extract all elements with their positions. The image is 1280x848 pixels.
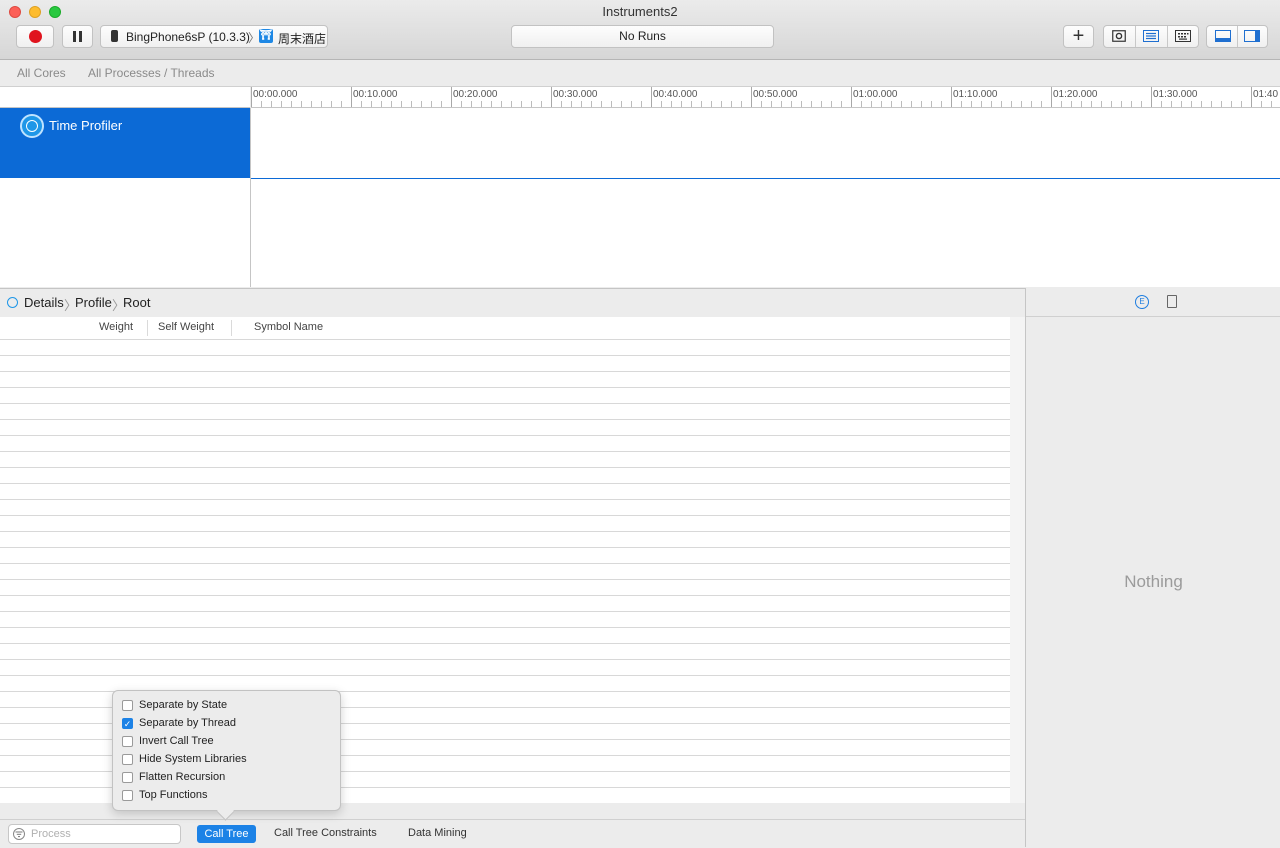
track-list: Time Profiler — [0, 108, 251, 287]
keyboard-icon[interactable] — [1175, 30, 1191, 42]
checkbox[interactable] — [122, 772, 133, 783]
extended-detail-icon[interactable]: E — [1135, 295, 1149, 309]
checkbox-checked[interactable]: ✓ — [122, 718, 133, 729]
inspector-header: E — [1026, 288, 1280, 317]
device-label: BingPhone6sP (10.3.3) — [126, 30, 250, 44]
right-panel-icon[interactable] — [1244, 30, 1260, 42]
timeline-ruler[interactable]: 00:00.000 00:10.000 00:20.000 00:30.000 … — [251, 87, 1280, 108]
option-label: Hide System Libraries — [139, 753, 247, 765]
panel-toggle-group — [1206, 25, 1268, 48]
ruler-tick: 01:40 — [1253, 89, 1280, 100]
window-title: Instruments2 — [602, 4, 678, 19]
crumb-root[interactable]: Root — [123, 295, 150, 310]
track-time-profiler[interactable]: Time Profiler — [0, 108, 250, 178]
checkbox[interactable] — [122, 754, 133, 765]
table-header: Weight Self Weight Symbol Name — [0, 317, 1010, 340]
ruler-tick: 00:10.000 — [353, 89, 400, 100]
pause-icon — [63, 26, 92, 47]
list-view-icon[interactable] — [1143, 30, 1159, 42]
ruler-tick: 01:20.000 — [1053, 89, 1100, 100]
bottom-bar: Call Tree Call Tree Constraints Data Min… — [0, 819, 1025, 848]
crumb-details[interactable]: Details — [24, 295, 64, 310]
crumb-profile[interactable]: Profile — [75, 295, 112, 310]
ruler-tick: 00:20.000 — [453, 89, 500, 100]
column-weight[interactable]: Weight — [99, 321, 133, 333]
inspector-panel: E Nothing — [1025, 288, 1280, 847]
call-tree-options-popover: Separate by State ✓ Separate by Thread I… — [112, 690, 341, 821]
pause-button[interactable] — [62, 25, 93, 48]
time-profiler-icon — [20, 114, 44, 138]
ruler-tick: 00:40.000 — [653, 89, 700, 100]
record-icon — [29, 30, 42, 43]
track-separator — [251, 178, 1280, 179]
file-icon[interactable] — [1167, 295, 1177, 308]
view-options-group — [1103, 25, 1199, 48]
tab-data-mining[interactable]: Data Mining — [408, 827, 467, 839]
ruler-tick: 01:00.000 — [853, 89, 900, 100]
option-label: Separate by Thread — [139, 717, 237, 729]
checkbox[interactable] — [122, 700, 133, 711]
option-label: Invert Call Tree — [139, 735, 214, 747]
target-device-selector[interactable]: BingPhone6sP (10.3.3) 〉 ⛩ 周末酒店 — [100, 25, 328, 48]
column-self-weight[interactable]: Self Weight — [158, 321, 214, 333]
add-instrument-button[interactable]: + — [1063, 25, 1094, 48]
iphone-icon — [111, 30, 118, 42]
runs-selector[interactable]: No Runs — [511, 25, 774, 48]
table-scrollbar[interactable] — [1010, 317, 1025, 803]
ruler-tick: 01:10.000 — [953, 89, 1000, 100]
record-settings-icon[interactable] — [1112, 30, 1126, 42]
tab-call-tree-constraints[interactable]: Call Tree Constraints — [274, 827, 377, 839]
checkbox[interactable] — [122, 790, 133, 801]
track-header-spacer — [0, 87, 250, 108]
time-profiler-icon — [7, 297, 18, 308]
ruler-tick: 00:50.000 — [753, 89, 800, 100]
empty-inspector-label: Nothing — [1124, 572, 1183, 591]
scope-all-processes[interactable]: All Processes / Threads — [88, 66, 215, 80]
app-icon: ⛩ — [259, 29, 273, 43]
popover-arrow — [216, 802, 235, 821]
option-label: Separate by State — [139, 699, 228, 711]
ruler-tick: 00:30.000 — [553, 89, 600, 100]
toolbar: Instruments2 BingPhone6sP (10.3.3) 〉 ⛩ 周… — [0, 0, 1280, 60]
record-button[interactable] — [16, 25, 54, 48]
column-symbol-name[interactable]: Symbol Name — [254, 321, 323, 333]
process-search-input[interactable] — [31, 826, 176, 842]
option-label: Top Functions — [139, 789, 208, 801]
option-label: Flatten Recursion — [139, 771, 226, 783]
process-filter-field[interactable] — [8, 824, 181, 844]
tab-call-tree[interactable]: Call Tree — [197, 825, 256, 843]
scope-bar: All Cores All Processes / Threads — [0, 60, 1280, 87]
track-label: Time Profiler — [49, 118, 123, 133]
track-graph-area[interactable] — [251, 108, 1280, 287]
target-app-label: 周末酒店 — [278, 32, 327, 46]
checkbox[interactable] — [122, 736, 133, 747]
scope-all-cores[interactable]: All Cores — [17, 66, 66, 80]
ruler-tick: 00:00.000 — [253, 89, 300, 100]
ruler-tick: 01:30.000 — [1153, 89, 1200, 100]
bottom-panel-icon[interactable] — [1215, 30, 1231, 42]
detail-breadcrumb: Details 〉 Profile 〉 Root — [0, 288, 1025, 318]
filter-icon[interactable] — [13, 828, 25, 840]
